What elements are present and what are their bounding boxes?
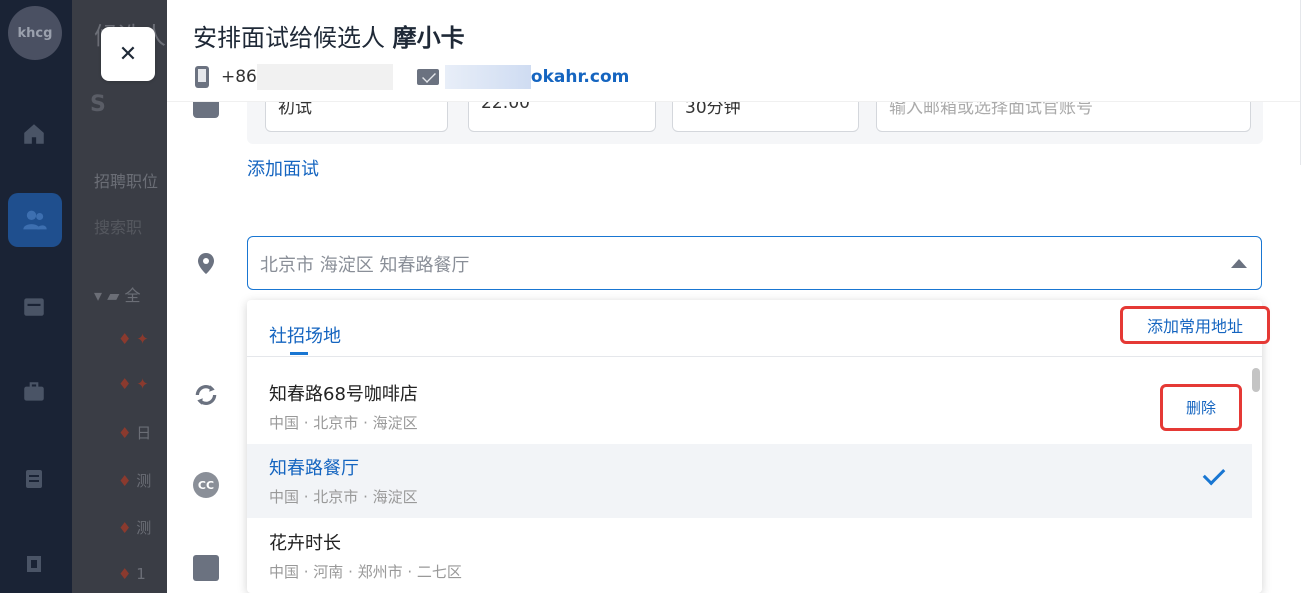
calendar-icon[interactable] — [20, 292, 48, 320]
panel-section-label: 招聘职位 — [94, 172, 159, 191]
item-name: 知春路68号咖啡店 — [269, 384, 418, 405]
close-icon: ✕ — [118, 41, 138, 67]
contact-info: +86 okahr.com — [195, 64, 629, 90]
panel-search[interactable]: 搜索职 — [94, 214, 142, 238]
item-name: 知春路餐厅 — [269, 458, 359, 479]
item-name: 花卉时长 — [269, 533, 341, 554]
email-redacted — [444, 65, 531, 89]
phone-prefix: +86 — [221, 67, 257, 87]
refresh-icon — [193, 382, 219, 408]
panel-all-label: 全 — [124, 286, 141, 305]
location-select[interactable]: 北京市 海淀区 知春路餐厅 — [247, 236, 1262, 290]
tab-social-venue[interactable]: 社招场地 — [269, 322, 341, 348]
job-icon: ♦ ✦ — [118, 375, 149, 393]
panel-logo-mark: S — [90, 92, 106, 117]
location-selected-value: 北京市 海淀区 知春路餐厅 — [260, 255, 470, 276]
job-icon: ♦ ✦ — [118, 330, 149, 348]
panel-all-folder[interactable]: ▾ ▰ 全 — [94, 282, 141, 306]
email-icon — [416, 69, 439, 85]
item-region: 中国 · 北京市 · 海淀区 — [269, 414, 418, 432]
app-logo: khcg — [8, 6, 62, 60]
tabs-divider — [247, 356, 1262, 357]
job-icon: ♦ 1 — [118, 565, 146, 583]
phone-icon — [195, 66, 209, 88]
location-pin-icon — [193, 250, 219, 276]
job-icon: ♦ 测 — [118, 519, 152, 537]
panel-row-label: 1 — [136, 565, 146, 583]
item-region: 中国 · 北京市 · 海淀区 — [269, 488, 418, 506]
job-icon: ♦ 日 — [118, 424, 152, 442]
report-icon[interactable] — [20, 550, 48, 578]
cc-label: CC — [197, 478, 215, 492]
candidate-name: 摩小卡 — [392, 24, 465, 52]
page-right-edge — [1300, 0, 1316, 165]
file-icon — [193, 555, 219, 581]
location-dropdown: 社招场地 知春路68号咖啡店 中国 · 北京市 · 海淀区 知春路餐厅 中国 ·… — [247, 300, 1262, 593]
candidates-icon[interactable] — [8, 193, 62, 247]
modal-title: 安排面试给候选人 摩小卡 — [193, 18, 465, 53]
item-region: 中国 · 河南 · 郑州市 · 二七区 — [269, 563, 462, 581]
home-icon[interactable] — [20, 120, 48, 148]
briefcase-icon[interactable] — [20, 378, 48, 406]
app-sidebar: khcg — [0, 0, 72, 593]
dropdown-scrollbar[interactable] — [1252, 368, 1260, 392]
email-suffix[interactable]: okahr.com — [531, 67, 629, 87]
add-common-address-button[interactable]: 添加常用地址 — [1120, 306, 1270, 344]
close-button[interactable]: ✕ — [101, 27, 155, 81]
panel-row-label: 测 — [136, 519, 152, 537]
cc-icon: CC — [193, 472, 219, 498]
panel-row-label: 测 — [136, 472, 152, 490]
job-icon: ♦ 测 — [118, 472, 152, 490]
delete-button[interactable]: 删除 — [1160, 384, 1242, 431]
background-panel: 候选人 S 招聘职位 搜索职 ▾ ▰ 全 ♦ ✦ ♦ ✦ ♦ 日 ♦ 测 ♦ 测… — [72, 0, 167, 593]
list-item[interactable]: 知春路餐厅 中国 · 北京市 · 海淀区 — [247, 444, 1252, 518]
caret-up-icon — [1231, 259, 1247, 268]
add-address-label: 添加常用地址 — [1146, 317, 1243, 336]
list-item[interactable]: 花卉时长 中国 · 河南 · 郑州市 · 二七区 — [247, 519, 1252, 593]
schedule-interview-modal: 初试 22:00 30分钟 输入邮箱或选择面试官账号 安排面试给候选人 摩小卡 … — [167, 0, 1316, 593]
tab-underline — [290, 352, 308, 355]
add-interview-link[interactable]: 添加面试 — [247, 155, 319, 181]
phone-redacted — [256, 64, 393, 90]
document-icon[interactable] — [20, 465, 48, 493]
modal-header: 安排面试给候选人 摩小卡 +86 okahr.com — [167, 0, 1301, 102]
panel-row-label: 日 — [136, 424, 152, 442]
list-item[interactable]: 知春路68号咖啡店 中国 · 北京市 · 海淀区 — [247, 370, 1252, 444]
delete-label: 删除 — [1185, 399, 1216, 417]
title-prefix: 安排面试给候选人 — [193, 24, 385, 52]
